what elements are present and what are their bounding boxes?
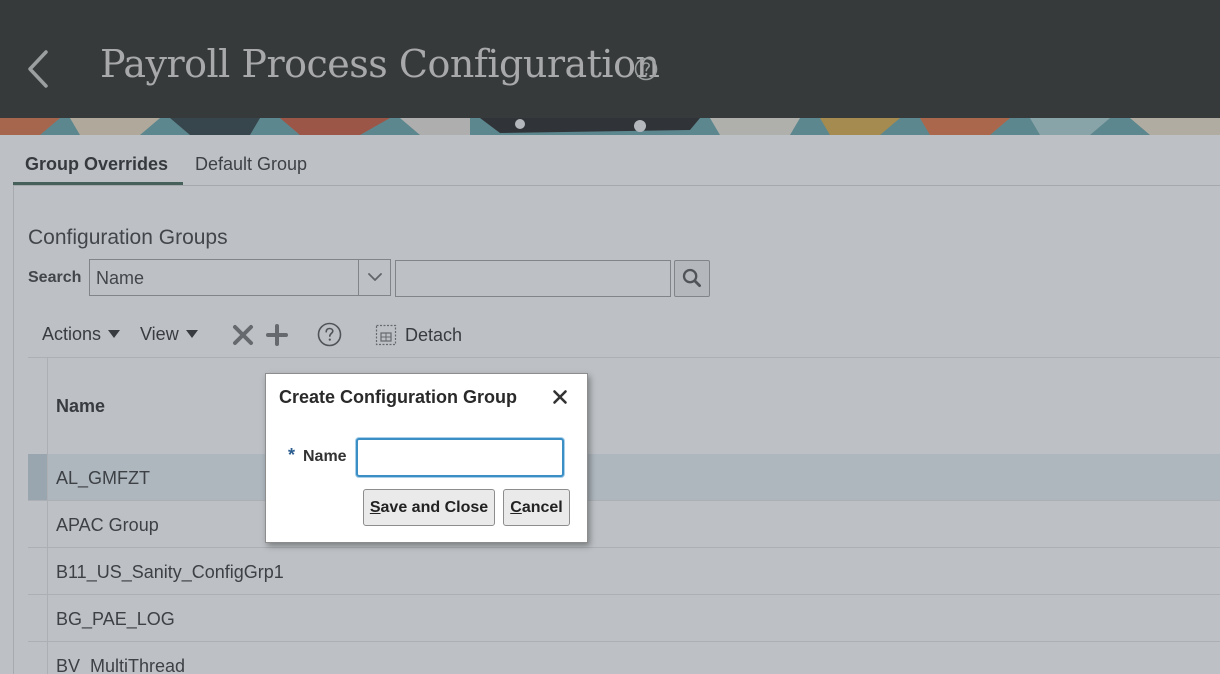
cancel-button[interactable]: Cancel (503, 489, 570, 526)
name-field[interactable] (356, 438, 564, 477)
dialog-title: Create Configuration Group (279, 387, 517, 407)
cancel-button-label: ancel (521, 498, 563, 516)
save-and-close-button[interactable]: Save and Close (363, 489, 495, 526)
close-icon[interactable] (552, 389, 568, 405)
save-button-label: ave and Close (380, 498, 489, 516)
modal-overlay (0, 0, 1220, 674)
cancel-access-key: C (510, 498, 522, 516)
create-configuration-group-dialog: Create Configuration Group * Name Save a… (265, 373, 588, 543)
name-field-label: Name (303, 448, 347, 465)
save-access-key: S (369, 498, 381, 516)
required-marker: * (288, 445, 296, 465)
